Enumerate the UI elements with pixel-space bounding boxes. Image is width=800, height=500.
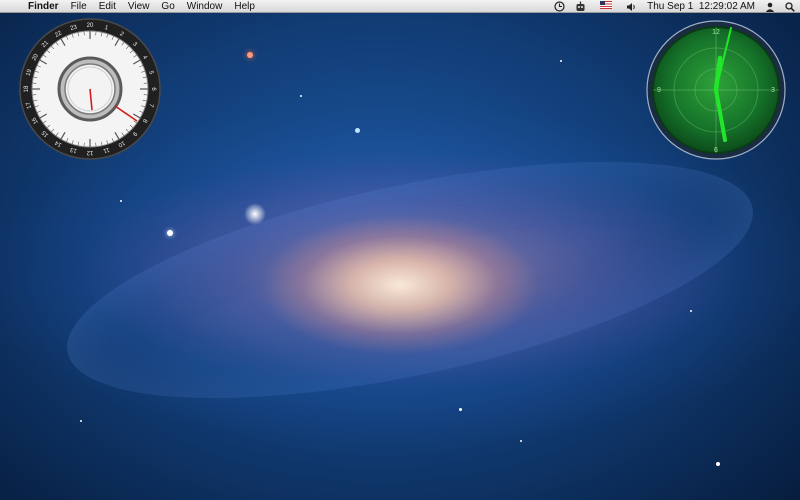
menu-edit[interactable]: Edit: [93, 0, 122, 13]
menu-go[interactable]: Go: [155, 0, 180, 13]
star: [355, 128, 360, 133]
menu-app-finder[interactable]: Finder: [22, 0, 65, 13]
search-icon[interactable]: [780, 1, 800, 12]
star: [120, 200, 122, 202]
star: [247, 52, 253, 58]
combo-ring-label: 18: [24, 85, 30, 92]
galaxy-glow: [47, 114, 773, 446]
clock-icon[interactable]: [549, 1, 570, 12]
radar-label-3: 3: [771, 87, 775, 94]
menu-help[interactable]: Help: [228, 0, 261, 13]
star: [560, 60, 562, 62]
menu-bar: Finder File Edit View Go Window Help Thu…: [0, 0, 800, 13]
radar-label-12: 12: [712, 29, 720, 36]
datetime-menu[interactable]: Thu Sep 1 12:29:02 AM: [642, 0, 760, 13]
star: [716, 462, 720, 466]
menu-window[interactable]: Window: [181, 0, 229, 13]
star: [459, 408, 462, 411]
combo-ring-label: 12: [86, 149, 93, 155]
star: [520, 440, 522, 442]
star: [80, 420, 82, 422]
star: [300, 95, 302, 97]
radar-label-6: 6: [714, 147, 718, 154]
menu-view[interactable]: View: [122, 0, 156, 13]
combo-clock-widget[interactable]: 20 1 2 3 4 5 6 7 8 9 10 11 12 13 14 15 16 17 18 19 20 21 22 23: [19, 18, 161, 160]
menu-file[interactable]: File: [65, 0, 93, 13]
star: [690, 310, 692, 312]
speaker-icon[interactable]: [621, 2, 642, 12]
combo-ring-label: 20: [87, 23, 94, 29]
star: [244, 203, 266, 225]
radar-label-9: 9: [657, 87, 661, 94]
star: [167, 230, 173, 236]
radar-clock-widget[interactable]: 12 3 6 9: [646, 20, 786, 160]
menu-extras: Thu Sep 1 12:29:02 AM: [549, 0, 800, 13]
user-silhouette-icon[interactable]: [760, 2, 780, 12]
us-flag-icon[interactable]: [591, 0, 621, 13]
robot-icon[interactable]: [570, 1, 591, 12]
